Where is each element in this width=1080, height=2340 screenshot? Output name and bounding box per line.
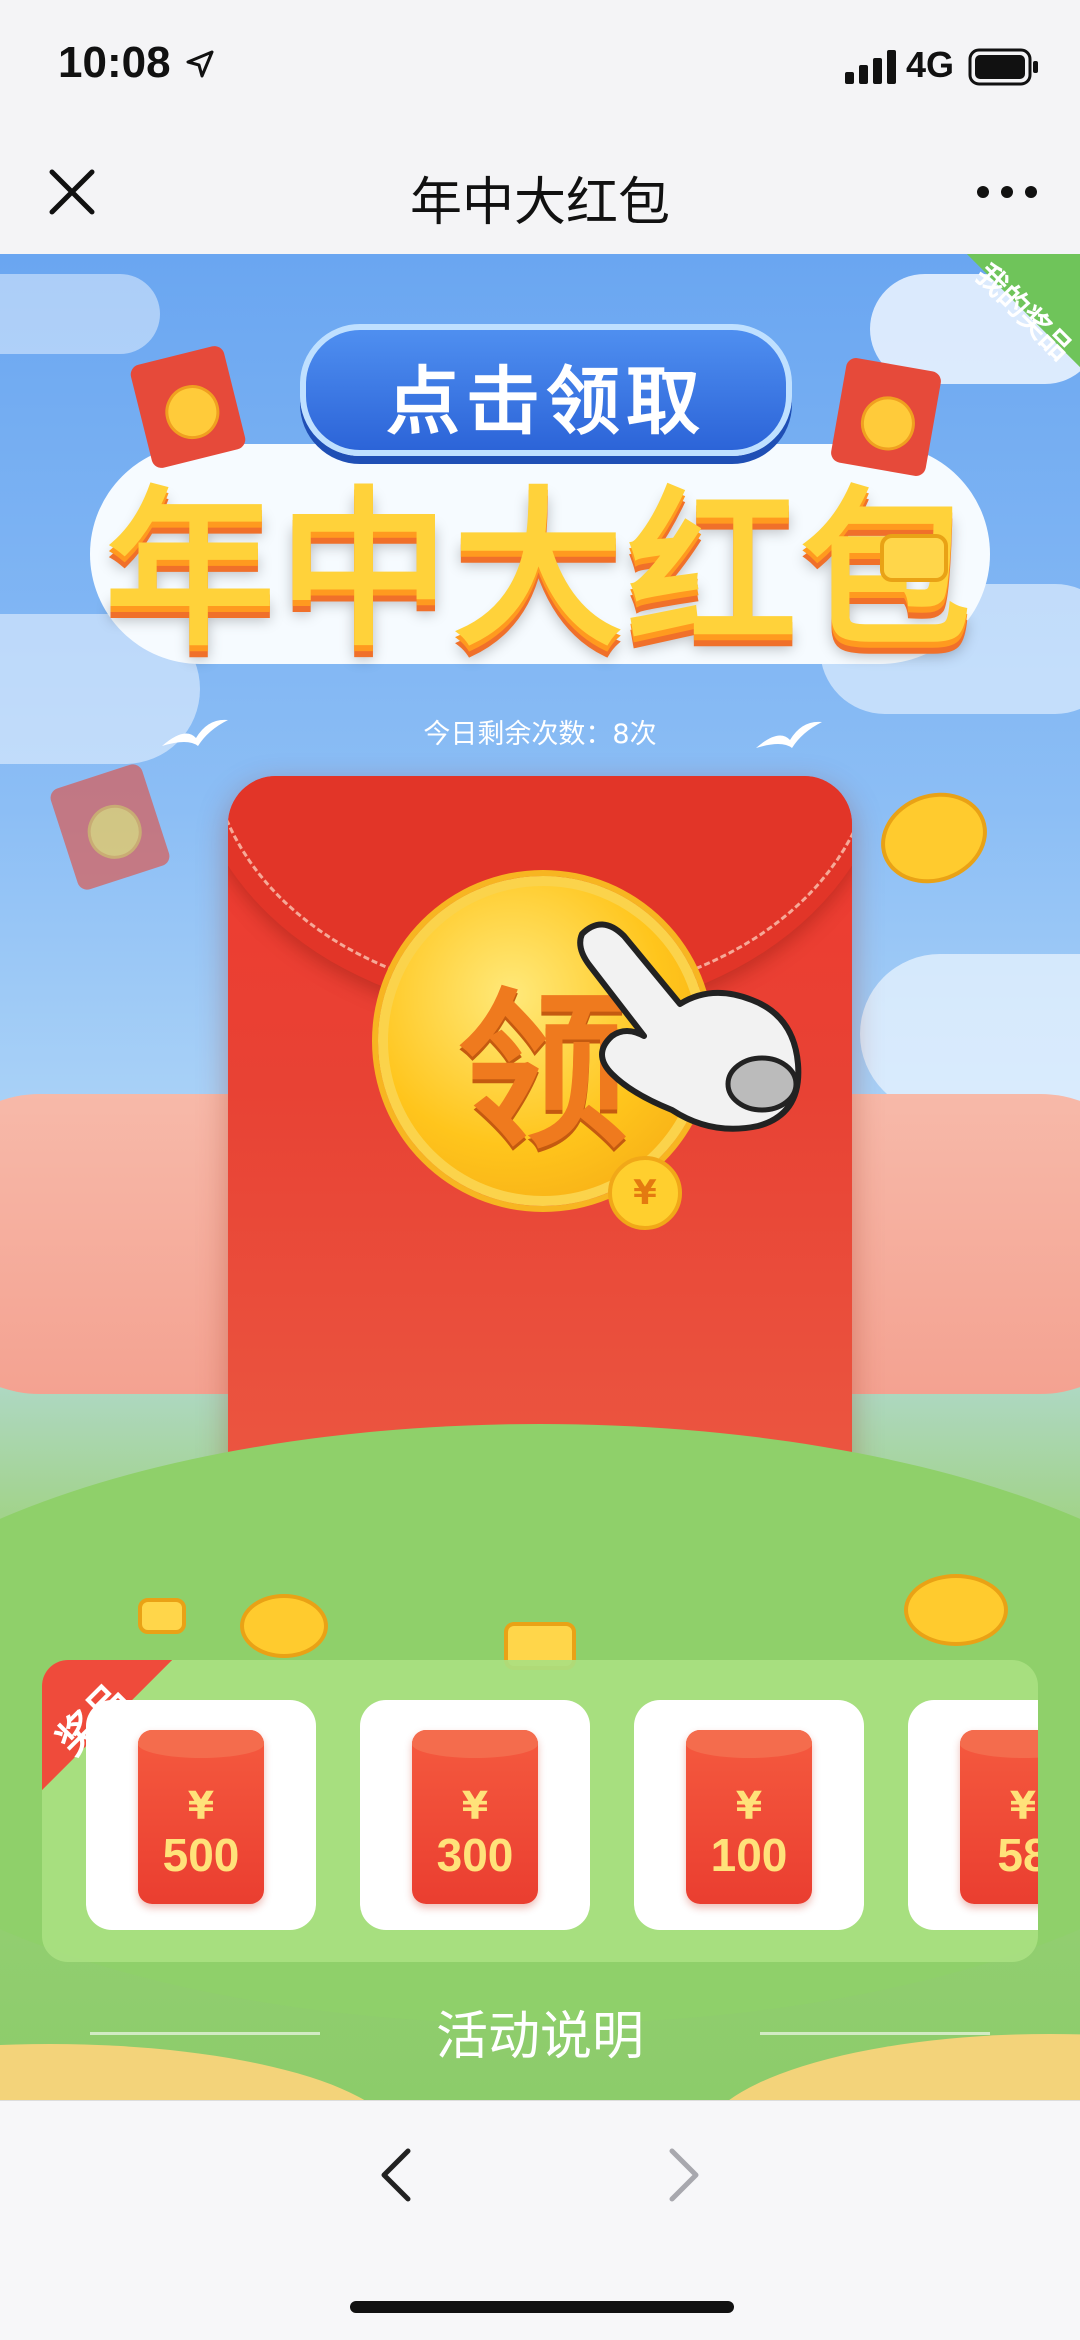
campaign-area: 我的奖品 点击领取 年中大红包 今日剩余次数：8次 领 ¥ 奖品	[0, 254, 1080, 2100]
prize-card[interactable]: ¥ 100	[634, 1700, 864, 1930]
pointing-hand-icon	[577, 921, 802, 1132]
network-type: 4G	[906, 44, 955, 85]
prize-envelope: ¥ 58	[960, 1730, 1038, 1904]
status-time: 10:08	[58, 38, 171, 87]
bird-icon	[162, 719, 228, 746]
prize-amount: 300	[436, 1829, 514, 1881]
gold-ingot-icon	[880, 534, 948, 582]
prize-card[interactable]: ¥ 500	[86, 1700, 316, 1930]
flying-coin-icon	[868, 778, 1000, 898]
prize-currency: ¥	[461, 1784, 489, 1828]
browser-toolbar	[0, 2100, 1080, 2340]
prize-card[interactable]: ¥ 300	[360, 1700, 590, 1930]
campaign-headline: 年中大红包	[104, 472, 975, 670]
cellular-signal-icon	[845, 50, 896, 84]
prize-envelope: ¥ 300	[412, 1730, 538, 1904]
prize-card[interactable]: ¥ 58	[908, 1700, 1038, 1930]
prize-amount: 500	[162, 1829, 240, 1881]
bird-icon	[756, 721, 822, 748]
home-indicator	[350, 2301, 734, 2313]
mini-envelope-faded	[47, 761, 173, 893]
status-bar: 10:08 4G	[0, 0, 1080, 132]
prize-envelope: ¥ 100	[686, 1730, 812, 1904]
more-options-icon[interactable]	[975, 180, 1039, 204]
title-bar: 年中大红包	[0, 132, 1080, 255]
my-prizes-tab[interactable]: 我的奖品	[920, 254, 1080, 414]
coin-icon	[240, 1594, 328, 1658]
prize-panel: 奖品 ¥ 500 ¥ 300 ¥ 100 ¥ 58	[42, 1660, 1038, 1962]
coin-icon	[904, 1574, 1008, 1646]
prize-amount: 100	[710, 1829, 788, 1881]
page-title: 年中大红包	[409, 173, 670, 233]
yen-coin-icon: ¥	[608, 1156, 682, 1230]
activity-rules-link[interactable]: 活动说明	[0, 1994, 1080, 2069]
location-arrow-icon	[186, 50, 214, 78]
prize-currency: ¥	[1009, 1784, 1037, 1828]
prize-currency: ¥	[187, 1784, 215, 1828]
back-icon[interactable]	[372, 2143, 422, 2207]
battery-icon	[968, 48, 1038, 86]
cloud	[0, 274, 160, 354]
prize-amount: 58	[997, 1829, 1038, 1881]
forward-icon[interactable]	[658, 2143, 708, 2207]
prize-envelope: ¥ 500	[138, 1730, 264, 1904]
gold-ingot-icon	[138, 1598, 186, 1634]
prize-currency: ¥	[735, 1784, 763, 1828]
cloud	[860, 954, 1080, 1114]
